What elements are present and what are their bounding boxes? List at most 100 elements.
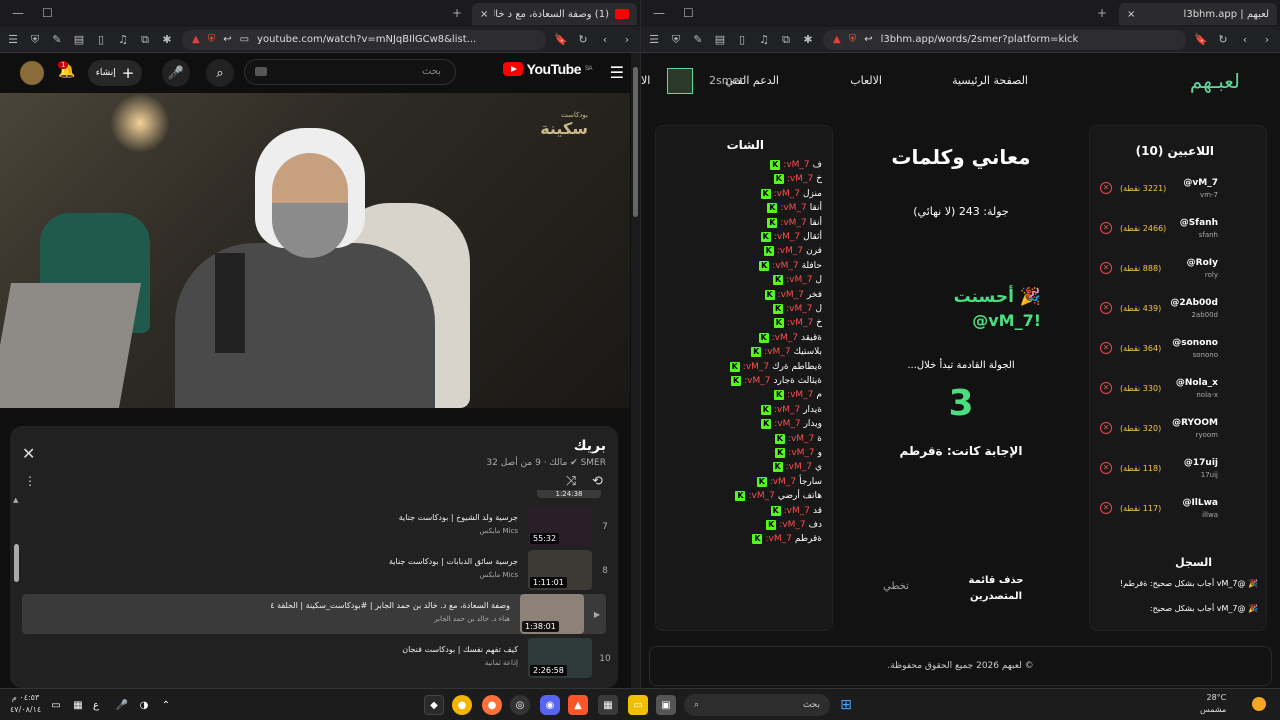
- chrome-icon[interactable]: ●: [452, 695, 472, 715]
- page-scrollbar[interactable]: [631, 53, 640, 688]
- bookmark-icon[interactable]: 🔖: [1194, 33, 1208, 46]
- shield-icon[interactable]: ⛨: [28, 33, 42, 47]
- sidebar-icon[interactable]: ▯: [735, 33, 749, 46]
- remove-player-icon[interactable]: ✕: [1100, 422, 1112, 434]
- url-text[interactable]: l3bhm.app/words/2smer?platform=kick: [881, 34, 1079, 45]
- scroll-up-icon[interactable]: ▲: [13, 496, 18, 504]
- voice-search-icon[interactable]: 🎤: [162, 59, 190, 87]
- windows-start-icon[interactable]: ⊞: [836, 695, 856, 715]
- video-player[interactable]: بودكاست سكينة: [0, 93, 630, 408]
- remove-player-icon[interactable]: ✕: [1100, 502, 1112, 514]
- skip-button[interactable]: تخطي: [866, 581, 926, 592]
- new-tab-button[interactable]: +: [452, 6, 462, 20]
- create-button[interactable]: إنشاء +: [88, 60, 142, 86]
- close-tab-icon[interactable]: ×: [1127, 9, 1135, 20]
- playlist-item[interactable]: 7 55:32 جرسية ولد الشيوخ | بودكاست جناية…: [22, 506, 614, 548]
- remove-player-icon[interactable]: ✕: [1100, 182, 1112, 194]
- scrollbar-thumb[interactable]: [633, 67, 638, 217]
- nav-games[interactable]: الالعاب: [850, 74, 882, 87]
- remove-player-icon[interactable]: ✕: [1100, 222, 1112, 234]
- wallet-icon[interactable]: ▤: [713, 33, 727, 46]
- more-options-icon[interactable]: ⋮: [24, 474, 36, 488]
- remove-player-icon[interactable]: ✕: [1100, 262, 1112, 274]
- search-input[interactable]: بحث: [244, 59, 456, 85]
- remove-player-icon[interactable]: ✕: [1100, 462, 1112, 474]
- notification-icon[interactable]: ▭: [46, 695, 66, 715]
- playlist-item[interactable]: 10 2:26:58 كيف تفهم نفسك | بودكاست فنجان…: [22, 638, 614, 680]
- discord-icon[interactable]: ◉: [540, 695, 560, 715]
- remove-player-icon[interactable]: ✕: [1100, 382, 1112, 394]
- music-icon[interactable]: ♫: [757, 33, 771, 46]
- file-explorer-icon[interactable]: ▭: [628, 695, 648, 715]
- address-bar[interactable]: ▲ ⛨ ↩ l3bhm.app/words/2smer?platform=kic…: [823, 29, 1186, 50]
- task-view-icon[interactable]: ▣: [656, 695, 676, 715]
- language-indicator[interactable]: ع: [86, 695, 106, 715]
- hamburger-menu-icon[interactable]: ☰: [610, 63, 624, 82]
- network-icon[interactable]: ▦: [68, 695, 88, 715]
- minimize-icon[interactable]: —: [653, 6, 665, 20]
- user-avatar[interactable]: [667, 68, 693, 94]
- close-tab-icon[interactable]: ×: [480, 9, 488, 20]
- nav-home[interactable]: الصفحة الرئيسية: [952, 74, 1028, 87]
- maximize-icon[interactable]: ☐: [42, 6, 53, 20]
- music-icon[interactable]: ♫: [116, 33, 130, 46]
- site-logo[interactable]: لعبـهم: [1190, 69, 1240, 93]
- weather-widget[interactable]: 28°C مشمس: [1200, 692, 1226, 716]
- microphone-icon[interactable]: 🎤: [112, 695, 132, 715]
- brave-rewards-icon[interactable]: ▲: [192, 34, 200, 45]
- shield-icon[interactable]: ⛨: [669, 33, 683, 47]
- address-bar[interactable]: ▲ ⛨ ↩ ▭ youtube.com/watch?v=mNJqBIlGCw8&…: [182, 29, 546, 50]
- epic-games-icon[interactable]: ◆: [424, 695, 444, 715]
- url-text[interactable]: youtube.com/watch?v=mNJqBIlGCw8&list...: [257, 34, 476, 45]
- bookmark-icon[interactable]: 🔖: [554, 33, 568, 46]
- nav-partial[interactable]: الا: [641, 74, 650, 87]
- screenshot-icon[interactable]: ⧉: [779, 33, 793, 47]
- forward-icon[interactable]: ›: [620, 33, 634, 46]
- search-icon[interactable]: ⌕: [206, 59, 234, 87]
- remove-player-icon[interactable]: ✕: [1100, 342, 1112, 354]
- pin-icon[interactable]: ✎: [50, 33, 64, 46]
- brave-icon[interactable]: ▲: [568, 695, 588, 715]
- playlist-item[interactable]: 8 1:11:01 جرسية سائق الدبابات | بودكاست …: [22, 550, 614, 592]
- nav-username[interactable]: 2smer: [709, 74, 744, 87]
- minimize-icon[interactable]: —: [12, 6, 24, 20]
- app-tray-icon[interactable]: ◑: [134, 695, 154, 715]
- video-thumbnail[interactable]: 1:11:01: [528, 550, 592, 590]
- site-info-icon[interactable]: ▭: [240, 34, 249, 45]
- delete-leaderboard-button[interactable]: حذف قائمة المتصدرين: [941, 573, 1051, 605]
- keyboard-icon[interactable]: [255, 67, 267, 76]
- playlist-item-current[interactable]: ▶ 1:38:01 وصفة السعادة، مع د. خالد بن حم…: [22, 594, 606, 634]
- tab-l3bhm[interactable]: × l3bhm.app | لعبهم: [1119, 3, 1277, 25]
- menu-icon[interactable]: ☰: [6, 33, 20, 46]
- close-playlist-icon[interactable]: ✕: [22, 444, 35, 463]
- loop-icon[interactable]: ⟲: [592, 474, 603, 489]
- reload-icon[interactable]: ↻: [1216, 33, 1230, 46]
- maximize-icon[interactable]: ☐: [683, 6, 694, 20]
- taskbar-search[interactable]: بحث ⌕: [684, 694, 830, 716]
- shuffle-icon[interactable]: ⤨: [566, 474, 576, 489]
- obs-icon[interactable]: ◎: [510, 695, 530, 715]
- tab-youtube[interactable]: (1) وصفة السعادة، مع د خالد بن ×: [472, 3, 637, 25]
- video-thumbnail[interactable]: 1:38:01: [520, 594, 584, 634]
- video-thumbnail[interactable]: 2:26:58: [528, 638, 592, 678]
- menu-icon[interactable]: ☰: [647, 33, 661, 46]
- back-icon[interactable]: ‹: [1238, 33, 1252, 46]
- youtube-logo[interactable]: YouTube SA: [502, 61, 593, 77]
- show-hidden-icons-icon[interactable]: ⌃: [156, 695, 176, 715]
- reload-icon[interactable]: ↻: [576, 33, 590, 46]
- remove-player-icon[interactable]: ✕: [1100, 302, 1112, 314]
- brave-shields-icon[interactable]: ⛨: [208, 34, 216, 45]
- brave-shields-icon[interactable]: ⛨: [849, 34, 857, 45]
- sidebar-icon[interactable]: ▯: [94, 33, 108, 46]
- share-icon[interactable]: ↩: [864, 34, 872, 45]
- video-thumbnail[interactable]: 55:32: [528, 506, 592, 546]
- pin-icon[interactable]: ✎: [691, 33, 705, 46]
- share-icon[interactable]: ↩: [223, 34, 231, 45]
- forward-icon[interactable]: ›: [1260, 33, 1274, 46]
- avatar[interactable]: [20, 61, 44, 85]
- screenshot-icon[interactable]: ⧉: [138, 33, 152, 47]
- new-tab-button[interactable]: +: [1097, 6, 1107, 20]
- playlist-scrollbar[interactable]: [14, 544, 19, 582]
- store-icon[interactable]: ▦: [598, 695, 618, 715]
- firefox-icon[interactable]: ●: [482, 695, 502, 715]
